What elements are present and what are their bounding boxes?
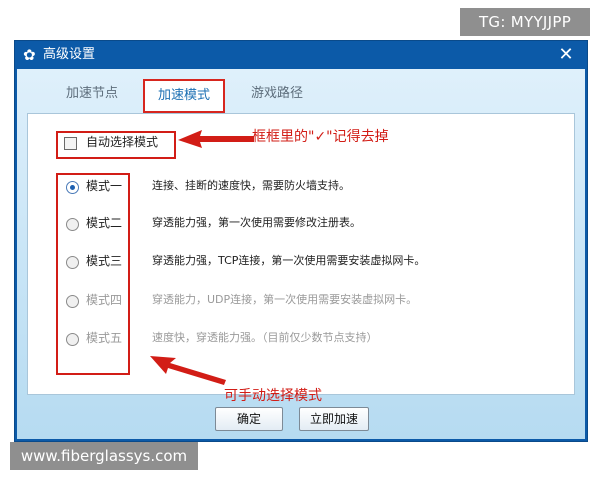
title-bar[interactable]: ✿ 高级设置 ✕ xyxy=(15,41,587,69)
mode-1-radio[interactable] xyxy=(66,181,79,194)
mode-4-desc: 穿透能力，UDP连接，第一次使用需要安装虚拟网卡。 xyxy=(152,293,418,306)
tab-accel-mode[interactable]: 加速模式 xyxy=(143,79,225,113)
tg-badge: TG: MYYJJPP xyxy=(460,8,590,36)
annotation-arrow-top xyxy=(178,130,254,148)
mode-2-radio[interactable] xyxy=(66,218,79,231)
mode-4-radio[interactable] xyxy=(66,295,79,308)
close-icon[interactable]: ✕ xyxy=(551,44,581,66)
mode-5-label[interactable]: 模式五 xyxy=(86,330,122,346)
mode-panel: 自动选择模式 框框里的"✓"记得去掉 模式一 连接、挂断的速度快，需要防火墙支持… xyxy=(27,113,575,404)
mode-2-label[interactable]: 模式二 xyxy=(86,215,122,231)
mode-3-label[interactable]: 模式三 xyxy=(86,253,122,269)
tab-accel-nodes[interactable]: 加速节点 xyxy=(57,81,127,107)
mode-1-desc: 连接、挂断的速度快，需要防火墙支持。 xyxy=(152,179,350,192)
auto-select-label[interactable]: 自动选择模式 xyxy=(86,134,158,150)
mode-3-radio[interactable] xyxy=(66,256,79,269)
tab-game-path[interactable]: 游戏路径 xyxy=(237,81,317,107)
mode-5-radio[interactable] xyxy=(66,333,79,346)
tab-bar: 加速节点 加速模式 游戏路径 xyxy=(17,69,585,113)
mode-4-label[interactable]: 模式四 xyxy=(86,292,122,308)
auto-select-checkbox[interactable] xyxy=(64,137,77,150)
mode-3-desc: 穿透能力强，TCP连接，第一次使用需要安装虚拟网卡。 xyxy=(152,254,426,267)
annotation-arrow-bottom xyxy=(150,356,226,385)
dialog-client: 加速节点 加速模式 游戏路径 自动选择模式 框框里的"✓"记得去掉 模式一 连接… xyxy=(17,69,585,439)
window-title: 高级设置 xyxy=(43,47,96,62)
mode-1-label[interactable]: 模式一 xyxy=(86,178,122,194)
annotation-manual-text: 可手动选择模式 xyxy=(224,388,322,404)
mode-5-desc: 速度快，穿透能力强。（目前仅少数节点支持） xyxy=(152,331,378,344)
accelerate-now-button[interactable]: 立即加速 xyxy=(299,407,369,431)
mode-2-desc: 穿透能力强，第一次使用需要修改注册表。 xyxy=(152,216,361,229)
watermark: www.fiberglassys.com xyxy=(10,442,198,470)
settings-dialog: ✿ 高级设置 ✕ 加速节点 加速模式 游戏路径 自动选择模式 框框里的"✓"记得… xyxy=(14,40,588,442)
ok-button[interactable]: 确定 xyxy=(215,407,283,431)
gear-icon: ✿ xyxy=(23,46,36,64)
annotation-uncheck-text: 框框里的"✓"记得去掉 xyxy=(252,129,389,145)
